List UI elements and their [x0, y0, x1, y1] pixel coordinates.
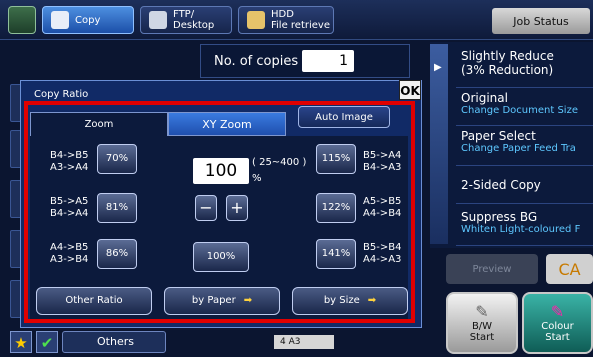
tab-copy-label: Copy: [75, 14, 101, 26]
right-item-title: Paper Select: [461, 129, 536, 143]
by-paper-button[interactable]: by Paper ➡: [164, 287, 280, 315]
preset-label: B5->B4: [363, 242, 402, 253]
right-item-title: 2-Sided Copy: [461, 178, 541, 192]
copy-icon: [51, 11, 69, 29]
tab-hdd-line2: File retrieve: [271, 20, 330, 31]
bw-start-label2: Start: [469, 332, 495, 343]
preset-115-button[interactable]: 115%: [316, 144, 356, 174]
hdd-icon: [247, 11, 265, 29]
right-item-2-sided-copy[interactable]: 2-Sided Copy: [456, 166, 593, 204]
colour-start-button[interactable]: ✎ Colour Start: [522, 292, 593, 354]
minus-button[interactable]: −: [195, 195, 217, 221]
right-item-original[interactable]: Original Change Document Size: [456, 88, 593, 126]
right-item-title2: (3% Reduction): [461, 63, 554, 77]
colour-start-icon: ✎: [550, 302, 565, 321]
tab-xy-zoom[interactable]: XY Zoom: [168, 112, 286, 136]
tab-ftp-desktop[interactable]: FTP/Desktop: [140, 6, 232, 34]
ftp-icon: [149, 11, 167, 29]
ok-button[interactable]: OK: [399, 80, 421, 100]
dialog-title: Copy Ratio: [34, 89, 89, 100]
preset-81-button[interactable]: 81%: [97, 193, 137, 223]
arrow-right-icon: ➡: [367, 295, 377, 306]
preset-label: A3->A4: [50, 162, 89, 173]
job-status-button[interactable]: Job Status: [492, 8, 590, 34]
preset-label: A5->B5: [363, 196, 402, 207]
preset-label: A3->B4: [50, 254, 89, 265]
right-item-sub: Change Document Size: [461, 105, 578, 116]
right-item-slightly-reduce[interactable]: Slightly Reduce (3% Reduction): [456, 46, 593, 88]
auto-image-button[interactable]: Auto Image: [298, 106, 390, 128]
by-size-button[interactable]: by Size ➡: [292, 287, 408, 315]
preset-86-button[interactable]: 86%: [97, 239, 137, 269]
paper-indicator: 4 A3: [274, 335, 334, 349]
tab-hdd-file-retrieve[interactable]: HDD File retrieve: [238, 6, 334, 34]
right-item-suppress-bg[interactable]: Suppress BG Whiten Light-coloured F: [456, 204, 593, 246]
home-icon[interactable]: [8, 6, 36, 34]
preset-70-button[interactable]: 70%: [97, 144, 137, 174]
tab-copy[interactable]: Copy: [42, 6, 134, 34]
preview-button[interactable]: Preview: [446, 254, 538, 284]
colour-start-label2: Start: [545, 332, 570, 343]
arrow-right-icon: ➡: [243, 295, 253, 306]
bw-start-label1: B/W: [471, 321, 493, 332]
check-icon[interactable]: ✔: [36, 331, 58, 353]
ratio-input[interactable]: 100: [193, 158, 249, 184]
ratio-unit: %: [252, 173, 262, 184]
copies-input[interactable]: 1: [302, 50, 354, 72]
preset-label: A4->B4: [363, 208, 402, 219]
preset-141-button[interactable]: 141%: [316, 239, 356, 269]
preset-label: B4->B5: [50, 150, 89, 161]
preset-122-button[interactable]: 122%: [316, 193, 356, 223]
star-icon[interactable]: ★: [10, 331, 32, 353]
bw-start-button[interactable]: ✎ B/W Start: [446, 292, 518, 354]
preset-label: B4->A4: [50, 208, 89, 219]
preset-label: B5->A4: [363, 150, 402, 161]
copies-label: No. of copies: [214, 54, 299, 69]
tab-hdd-line1: HDD: [271, 9, 294, 20]
panel-collapse-button[interactable]: ▶: [430, 44, 448, 244]
preset-label: A4->B5: [50, 242, 89, 253]
preset-label: B4->A3: [363, 162, 402, 173]
by-paper-label: by Paper: [191, 295, 236, 306]
tab-zoom[interactable]: Zoom: [30, 112, 168, 136]
plus-button[interactable]: +: [226, 195, 248, 221]
right-item-title: Original: [461, 91, 508, 105]
ratio-range: ( 25~400 ): [252, 157, 307, 168]
preset-100-button[interactable]: 100%: [193, 242, 249, 272]
play-icon: ▶: [434, 62, 442, 73]
by-size-label: by Size: [323, 295, 360, 306]
preset-label: B5->A5: [50, 196, 89, 207]
bw-start-icon: ✎: [475, 302, 489, 321]
right-item-paper-select[interactable]: Paper Select Change Paper Feed Tra: [456, 126, 593, 166]
right-item-sub: Change Paper Feed Tra: [461, 143, 576, 154]
other-ratio-button[interactable]: Other Ratio: [36, 287, 152, 315]
right-item-title: Slightly Reduce: [461, 49, 554, 63]
tab-ftp-line2: Desktop: [173, 20, 215, 31]
tab-ftp-line1: FTP/: [173, 9, 195, 20]
ca-button[interactable]: CA: [546, 254, 593, 284]
colour-start-label1: Colour: [541, 321, 574, 332]
preset-label: A4->A3: [363, 254, 402, 265]
right-item-sub: Whiten Light-coloured F: [461, 224, 581, 235]
right-item-title: Suppress BG: [461, 210, 538, 224]
others-button[interactable]: Others: [62, 331, 166, 353]
